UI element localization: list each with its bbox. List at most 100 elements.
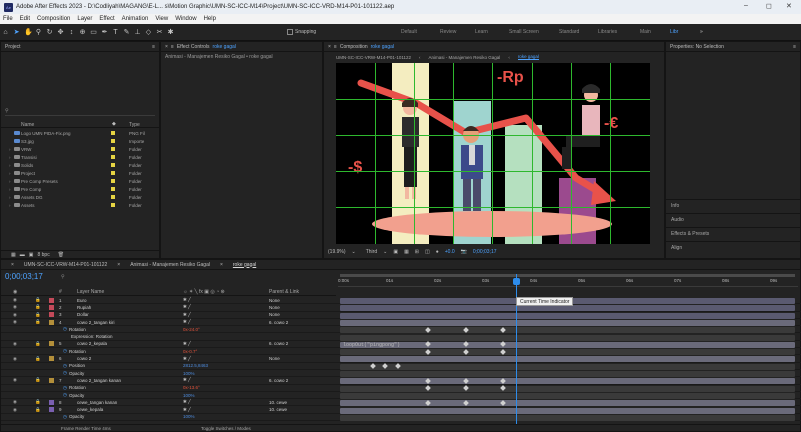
new-composition-icon[interactable]: ▣ (29, 252, 34, 258)
panel-menu-icon[interactable]: ≡ (152, 44, 155, 50)
region-of-interest-icon[interactable]: ▣ (393, 249, 398, 255)
menu-composition[interactable]: Composition (37, 16, 70, 22)
visibility-eye-icon[interactable]: ◉ (13, 304, 17, 310)
orbit-tool-icon[interactable]: ↻ (46, 28, 53, 36)
property-row[interactable]: ◷ 100% Opacity (1, 370, 801, 378)
audio-panel-tab[interactable]: Audio (666, 213, 800, 225)
chevron-right-icon[interactable]: › (9, 155, 11, 160)
close-icon[interactable]: × (165, 44, 168, 50)
roto-tool-icon[interactable]: ✂ (156, 28, 163, 36)
project-item[interactable]: Logo UMN PIDA-Fix.png PNG Fil (1, 130, 161, 136)
visibility-eye-icon[interactable]: ◉ (13, 399, 17, 405)
layer-switches[interactable]: ✱ ╱ (183, 341, 191, 347)
panel-menu-icon[interactable]: ≡ (171, 44, 174, 50)
label-icon[interactable]: ◆ (112, 121, 116, 127)
stopwatch-icon[interactable]: ◷ (63, 363, 67, 369)
properties-title[interactable]: Properties: No Selection (670, 44, 724, 50)
trash-icon[interactable]: 🗑 (58, 252, 64, 258)
panel-menu-icon[interactable]: ≡ (793, 44, 796, 50)
layer-switches[interactable]: ✱ ╱ (183, 356, 191, 362)
dolly-tool-icon[interactable]: ↕ (68, 29, 75, 36)
workspace-libraries[interactable]: Libraries (598, 29, 617, 35)
project-item[interactable]: › Assets Folder (1, 202, 161, 208)
snapshot-icon[interactable]: 📷 (461, 249, 467, 255)
puppet-tool-icon[interactable]: ✱ (167, 28, 174, 36)
parent-dropdown[interactable]: 6. cowo 2 (269, 378, 288, 383)
menu-file[interactable]: File (3, 16, 13, 22)
property-value[interactable]: 0x-13.6° (183, 385, 200, 390)
time-ruler[interactable]: 0:00s 01s 02s 03s 04s 05s 06s 07s 08s 09s (338, 277, 798, 287)
property-track[interactable] (340, 371, 795, 377)
label-color-swatch[interactable] (111, 163, 115, 167)
visibility-eye-icon[interactable]: ◉ (13, 377, 17, 383)
chevron-right-icon[interactable]: › (9, 171, 11, 176)
property-value[interactable]: 100% (183, 393, 195, 398)
layer-label-color[interactable] (49, 319, 54, 325)
parent-dropdown[interactable]: None (269, 312, 280, 317)
label-color-swatch[interactable] (111, 179, 115, 183)
layer-row[interactable]: ◉ 🔒 8 ✱ ╱ 10. cewe cewe_tangan kanan (1, 399, 801, 407)
eraser-tool-icon[interactable]: ◇ (145, 28, 152, 36)
transparency-grid-icon[interactable]: ▦ (404, 249, 409, 255)
rectangle-tool-icon[interactable]: ▭ (90, 28, 97, 36)
project-search-input[interactable]: ⚲ (5, 108, 155, 116)
menu-view[interactable]: View (155, 16, 168, 22)
property-row[interactable]: ◷ 0x-0.7° Rotation (1, 348, 801, 356)
lock-icon[interactable]: 🔒 (35, 407, 41, 413)
layer-duration-bar[interactable] (340, 378, 795, 385)
resolution-dropdown[interactable]: Third (366, 249, 377, 255)
interpret-footage-icon[interactable]: ▦ (11, 252, 16, 258)
timeline-timecode[interactable]: 0;00;03;17 (5, 272, 43, 281)
parent-dropdown[interactable]: 10. cewe (269, 400, 287, 405)
workspace-more-button[interactable]: » (700, 29, 703, 35)
stopwatch-icon[interactable]: ◷ (63, 392, 67, 398)
layer-duration-bar[interactable] (340, 356, 795, 363)
property-row[interactable]: ◷ 2812.5,8463 Position (1, 363, 801, 370)
lock-icon[interactable]: 🔒 (35, 312, 41, 318)
lock-icon[interactable]: 🔒 (35, 356, 41, 362)
project-item[interactable]: › Project Folder (1, 170, 161, 176)
property-row[interactable]: ◷ 0x-13.6° Rotation (1, 385, 801, 392)
composition-title[interactable]: Composition (340, 44, 368, 50)
search-icon[interactable]: ⚲ (61, 274, 65, 280)
color-channel-icon[interactable]: ● (436, 249, 439, 255)
close-button[interactable]: ✕ (786, 2, 792, 10)
snapping-checkbox[interactable] (287, 29, 293, 35)
label-color-swatch[interactable] (111, 171, 115, 175)
type-tool-icon[interactable]: T (112, 29, 119, 36)
project-item[interactable]: › Pre Comp Presets Folder (1, 178, 161, 184)
project-item[interactable]: › VRW Folder (1, 146, 161, 152)
menu-effect[interactable]: Effect (99, 16, 114, 22)
parent-dropdown[interactable]: 6. cowo 2 (269, 341, 288, 346)
property-value[interactable]: 2812.5,8463 (183, 363, 208, 368)
project-item[interactable]: S3.jpg Importe (1, 138, 161, 144)
property-row[interactable]: Expression: Rotation (1, 334, 801, 341)
menu-animation[interactable]: Animation (122, 16, 149, 22)
property-track[interactable] (340, 349, 795, 356)
close-icon[interactable]: × (117, 262, 120, 268)
layer-switches[interactable]: ✱ ╱ (183, 407, 191, 413)
stopwatch-icon[interactable]: ◷ (63, 370, 67, 376)
property-track[interactable] (340, 363, 795, 370)
layer-switches[interactable]: ✱ ╱ (183, 297, 191, 303)
info-panel-tab[interactable]: Info (666, 199, 800, 211)
layer-row[interactable]: ◉ 🔒 9 ✱ ╱ 10. cewe cewe_kepala (1, 407, 801, 414)
anchor-tool-icon[interactable]: ⊕ (79, 28, 86, 36)
property-value[interactable]: 100% (183, 414, 195, 419)
visibility-eye-icon[interactable]: ◉ (13, 407, 17, 413)
visibility-eye-icon[interactable]: ◉ (13, 312, 17, 318)
property-value[interactable]: 0x-24.0° (183, 327, 200, 332)
chevron-right-icon[interactable]: › (9, 163, 11, 168)
close-icon[interactable]: × (328, 44, 331, 50)
lock-icon[interactable]: 🔒 (35, 297, 41, 303)
layer-label-color[interactable] (49, 407, 54, 413)
label-color-swatch[interactable] (111, 147, 115, 151)
property-row[interactable]: ◷ 100% Opacity (1, 392, 801, 400)
project-panel-title[interactable]: Project (5, 44, 21, 50)
label-color-swatch[interactable] (111, 187, 115, 191)
layer-row[interactable]: ◉ 🔒 1 ✱ ╱ None Euro (1, 297, 801, 305)
label-color-swatch[interactable] (111, 155, 115, 159)
workspace-review[interactable]: Review (440, 29, 456, 35)
label-color-swatch[interactable] (111, 131, 115, 135)
label-color-swatch[interactable] (111, 139, 115, 143)
